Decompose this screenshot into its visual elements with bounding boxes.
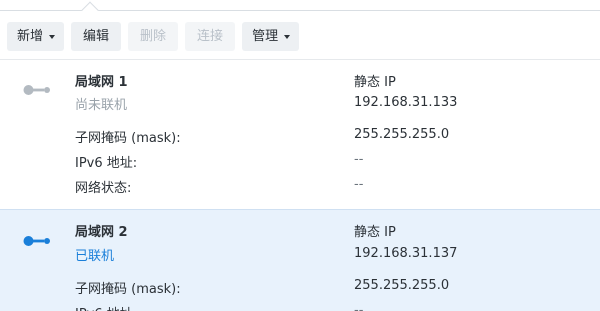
interface-name: 局域网 1 — [75, 75, 128, 90]
interface-item-lan2[interactable]: 局域网 2 已联机 静态 IP 192.168.31.137 子网掩码 (mas… — [0, 209, 600, 311]
edit-button[interactable]: 编辑 — [71, 22, 122, 51]
ipv6-address-value: -- — [354, 152, 364, 167]
network-state-label: 网络状态: — [75, 181, 132, 196]
interface-item-lan1[interactable]: 局域网 1 尚未联机 静态 IP 192.168.31.133 子网掩码 (ma… — [0, 60, 600, 209]
ip-type-value: 静态 IP — [354, 225, 396, 240]
subnet-mask-label: 子网掩码 (mask): — [75, 131, 181, 146]
subnet-mask-value: 255.255.255.0 — [354, 278, 450, 293]
subnet-mask-label: 子网掩码 (mask): — [75, 282, 181, 297]
connection-status: 已联机 — [75, 249, 115, 264]
network-state-value: -- — [354, 177, 364, 192]
ipv6-address-label: IPv6 地址: — [75, 303, 137, 311]
chevron-down-icon — [284, 35, 291, 39]
delete-button: 删除 — [128, 22, 179, 51]
interface-name: 局域网 2 — [75, 225, 128, 240]
subnet-mask-value: 255.255.255.0 — [354, 127, 450, 142]
connect-button-label: 连接 — [197, 29, 224, 44]
ip-address-value: 192.168.31.137 — [354, 246, 458, 261]
network-disconnected-icon — [23, 85, 50, 95]
chevron-down-icon — [49, 35, 56, 39]
manage-button-label: 管理 — [252, 29, 279, 44]
connection-status: 尚未联机 — [75, 98, 128, 113]
ip-type-value: 静态 IP — [354, 75, 396, 90]
add-button-label: 新增 — [17, 29, 44, 44]
ipv6-address-value: -- — [354, 303, 364, 311]
tab-pointer-notch — [81, 1, 99, 19]
ip-address-value: 192.168.31.133 — [354, 95, 458, 110]
edit-button-label: 编辑 — [83, 29, 110, 44]
delete-button-label: 删除 — [140, 29, 167, 44]
connect-button: 连接 — [185, 22, 236, 51]
add-button[interactable]: 新增 — [7, 22, 65, 51]
manage-button[interactable]: 管理 — [242, 22, 300, 51]
network-connected-icon — [23, 236, 50, 246]
ipv6-address-label: IPv6 地址: — [75, 156, 138, 171]
toolbar: 新增 编辑 删除 连接 管理 — [7, 22, 300, 51]
network-interface-panel: 新增 编辑 删除 连接 管理 局域网 1 尚未联机 静态 IP 192.168.… — [0, 0, 600, 311]
